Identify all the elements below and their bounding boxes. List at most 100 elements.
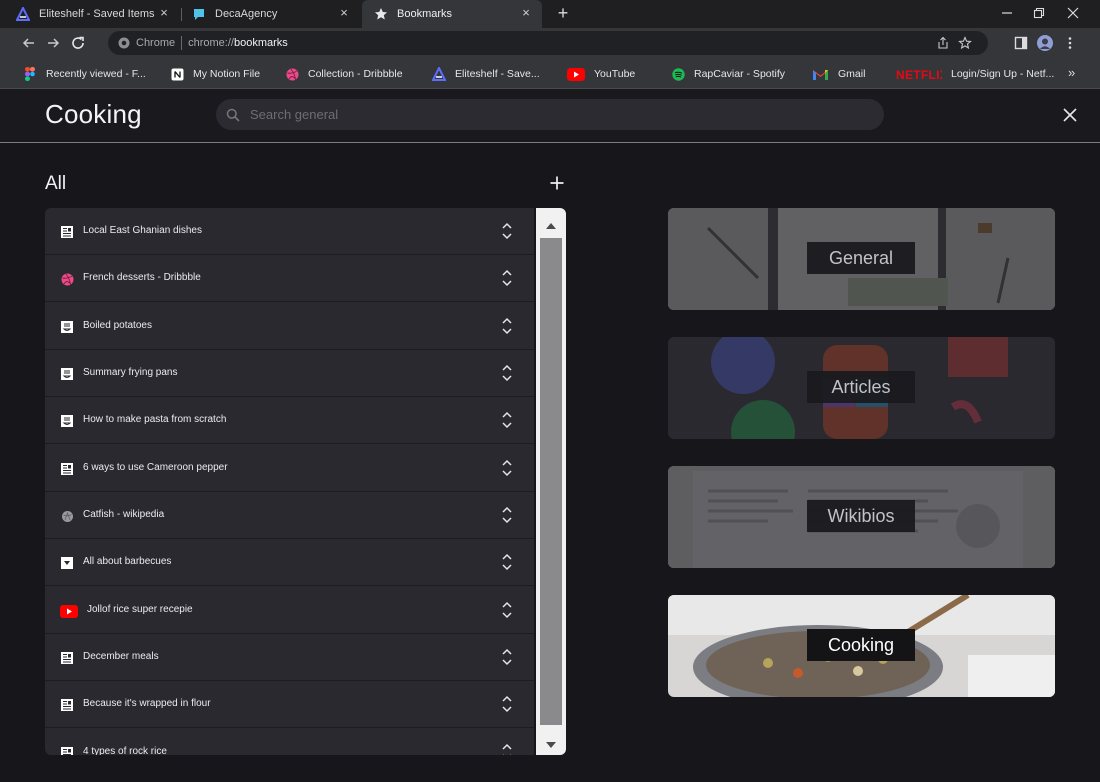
profile-avatar[interactable] (1037, 35, 1053, 51)
bookmarks-bar: Recently viewed - F... My Notion File Co… (0, 58, 1100, 89)
search-input[interactable] (250, 107, 850, 122)
list-item[interactable]: Local East Ghanian dishes (45, 208, 534, 255)
app-header: Cooking (0, 89, 1100, 143)
reorder-icon[interactable] (501, 553, 513, 571)
reorder-icon[interactable] (501, 317, 513, 335)
list-item-label: All about barbecues (83, 556, 172, 567)
new-tab-icon[interactable]: + (555, 4, 571, 22)
bookmark-star-icon[interactable] (958, 36, 972, 50)
wikipedia-icon (60, 509, 74, 523)
category-label: Cooking (807, 629, 915, 661)
category-card-general[interactable]: General (668, 208, 1055, 310)
side-panel-icon[interactable] (1013, 35, 1029, 51)
list-item[interactable]: French desserts - Dribbble (45, 255, 534, 302)
list-item-label: Jollof rice super recepie (87, 604, 193, 615)
youtube-icon (60, 604, 78, 618)
category-label: Articles (807, 371, 915, 403)
tab-bookmarks[interactable]: Bookmarks × (362, 0, 542, 28)
bookmark-label: Login/Sign Up - Netf... (951, 68, 1055, 80)
reorder-icon[interactable] (501, 459, 513, 477)
section-title: All (45, 173, 67, 194)
bookmark-label: Collection - Dribbble (308, 68, 403, 80)
category-card-cooking[interactable]: Cooking (668, 595, 1055, 697)
add-bookmark-button[interactable] (549, 175, 565, 191)
bookmark-label: My Notion File (193, 68, 261, 80)
page-icon (60, 225, 74, 239)
reorder-icon[interactable] (501, 411, 513, 429)
close-tab-icon[interactable]: × (338, 6, 350, 19)
category-card-wikibios[interactable]: Wikibios (668, 466, 1055, 568)
window-close-icon[interactable] (1066, 6, 1080, 20)
bookmark-item[interactable]: My Notion File (170, 66, 260, 82)
list-item-label: French desserts - Dribbble (83, 272, 201, 283)
more-bookmarks-icon[interactable]: » (1068, 66, 1080, 80)
reorder-icon[interactable] (501, 648, 513, 666)
recipe-icon (60, 367, 74, 381)
bookmark-label: Gmail (838, 68, 866, 80)
browser-toolbar: Chrome chrome://bookmarks (0, 28, 1100, 58)
bookmark-label: Recently viewed - F... (46, 68, 146, 80)
list-item[interactable]: 4 types of rock rice (45, 729, 534, 755)
reorder-icon[interactable] (501, 601, 513, 619)
search-bar[interactable] (216, 99, 884, 130)
bookmark-item[interactable]: Gmail (812, 66, 865, 82)
gmail-icon (812, 67, 829, 81)
browser-tab-strip: Eliteshelf - Saved Items × DecaAgency × … (0, 0, 1100, 28)
page-title: Cooking (45, 99, 142, 129)
close-tab-icon[interactable]: × (158, 6, 170, 19)
tab-title: DecaAgency (215, 8, 278, 20)
scroll-down-icon[interactable] (545, 736, 557, 748)
list-item[interactable]: Boiled potatoes (45, 303, 534, 350)
close-icon[interactable] (1062, 107, 1078, 123)
address-bar[interactable]: Chrome chrome://bookmarks (108, 31, 988, 55)
list-item-label: Because it's wrapped in flour (83, 698, 211, 709)
reorder-icon[interactable] (501, 222, 513, 240)
category-card-articles[interactable]: Articles (668, 337, 1055, 439)
list-scrollbar[interactable] (536, 208, 566, 755)
tab-eliteshelf[interactable]: Eliteshelf - Saved Items × (4, 0, 180, 28)
back-icon[interactable] (21, 35, 37, 51)
list-item[interactable]: 6 ways to use Cameroon pepper (45, 445, 534, 492)
reorder-icon[interactable] (501, 506, 513, 524)
list-item[interactable]: Because it's wrapped in flour (45, 681, 534, 728)
close-tab-icon[interactable]: × (520, 6, 532, 19)
restore-icon[interactable] (1032, 6, 1046, 20)
page-icon (60, 651, 74, 665)
scrollbar-thumb[interactable] (540, 238, 562, 725)
url-host: bookmarks (233, 37, 288, 49)
svg-text:NETFLIX: NETFLIX (896, 68, 942, 80)
reorder-icon[interactable] (501, 364, 513, 382)
star-icon (374, 7, 388, 21)
url-scheme: chrome:// (188, 37, 234, 49)
list-item-label: 4 types of rock rice (83, 746, 167, 755)
reorder-icon[interactable] (501, 743, 513, 755)
bookmark-item[interactable]: NETFLIX Login/Sign Up - Netf... (896, 66, 1054, 82)
more-menu-icon[interactable] (1062, 35, 1078, 51)
page-icon (60, 462, 74, 476)
minimize-icon[interactable] (1000, 6, 1014, 20)
eliteshelf-icon (432, 67, 446, 81)
bookmark-item[interactable]: Recently viewed - F... (23, 66, 146, 82)
list-item[interactable]: December meals (45, 634, 534, 681)
tab-decaagency[interactable]: DecaAgency × (180, 0, 360, 28)
bookmark-item[interactable]: Eliteshelf - Save... (432, 66, 540, 82)
reload-icon[interactable] (70, 35, 86, 51)
bookmark-item[interactable]: RapCaviar - Spotify (671, 66, 785, 82)
list-item-label: December meals (83, 651, 159, 662)
bookmark-item[interactable]: Collection - Dribbble (285, 66, 403, 82)
reorder-icon[interactable] (501, 695, 513, 713)
bookmark-label: YouTube (594, 68, 636, 80)
list-item-label: How to make pasta from scratch (83, 414, 227, 425)
list-item[interactable]: Catfish - wikipedia (45, 492, 534, 539)
address-chip: Chrome (136, 37, 176, 49)
list-item[interactable]: Jollof rice super recepie (45, 587, 534, 634)
share-icon[interactable] (936, 36, 950, 50)
reorder-icon[interactable] (501, 269, 513, 287)
dribbble-icon (285, 67, 299, 81)
forward-icon[interactable] (45, 35, 61, 51)
list-item[interactable]: Summary frying pans (45, 350, 534, 397)
list-item[interactable]: How to make pasta from scratch (45, 397, 534, 444)
bookmark-item[interactable]: YouTube (567, 66, 635, 82)
list-item[interactable]: All about barbecues (45, 539, 534, 586)
scroll-up-icon[interactable] (545, 217, 557, 229)
